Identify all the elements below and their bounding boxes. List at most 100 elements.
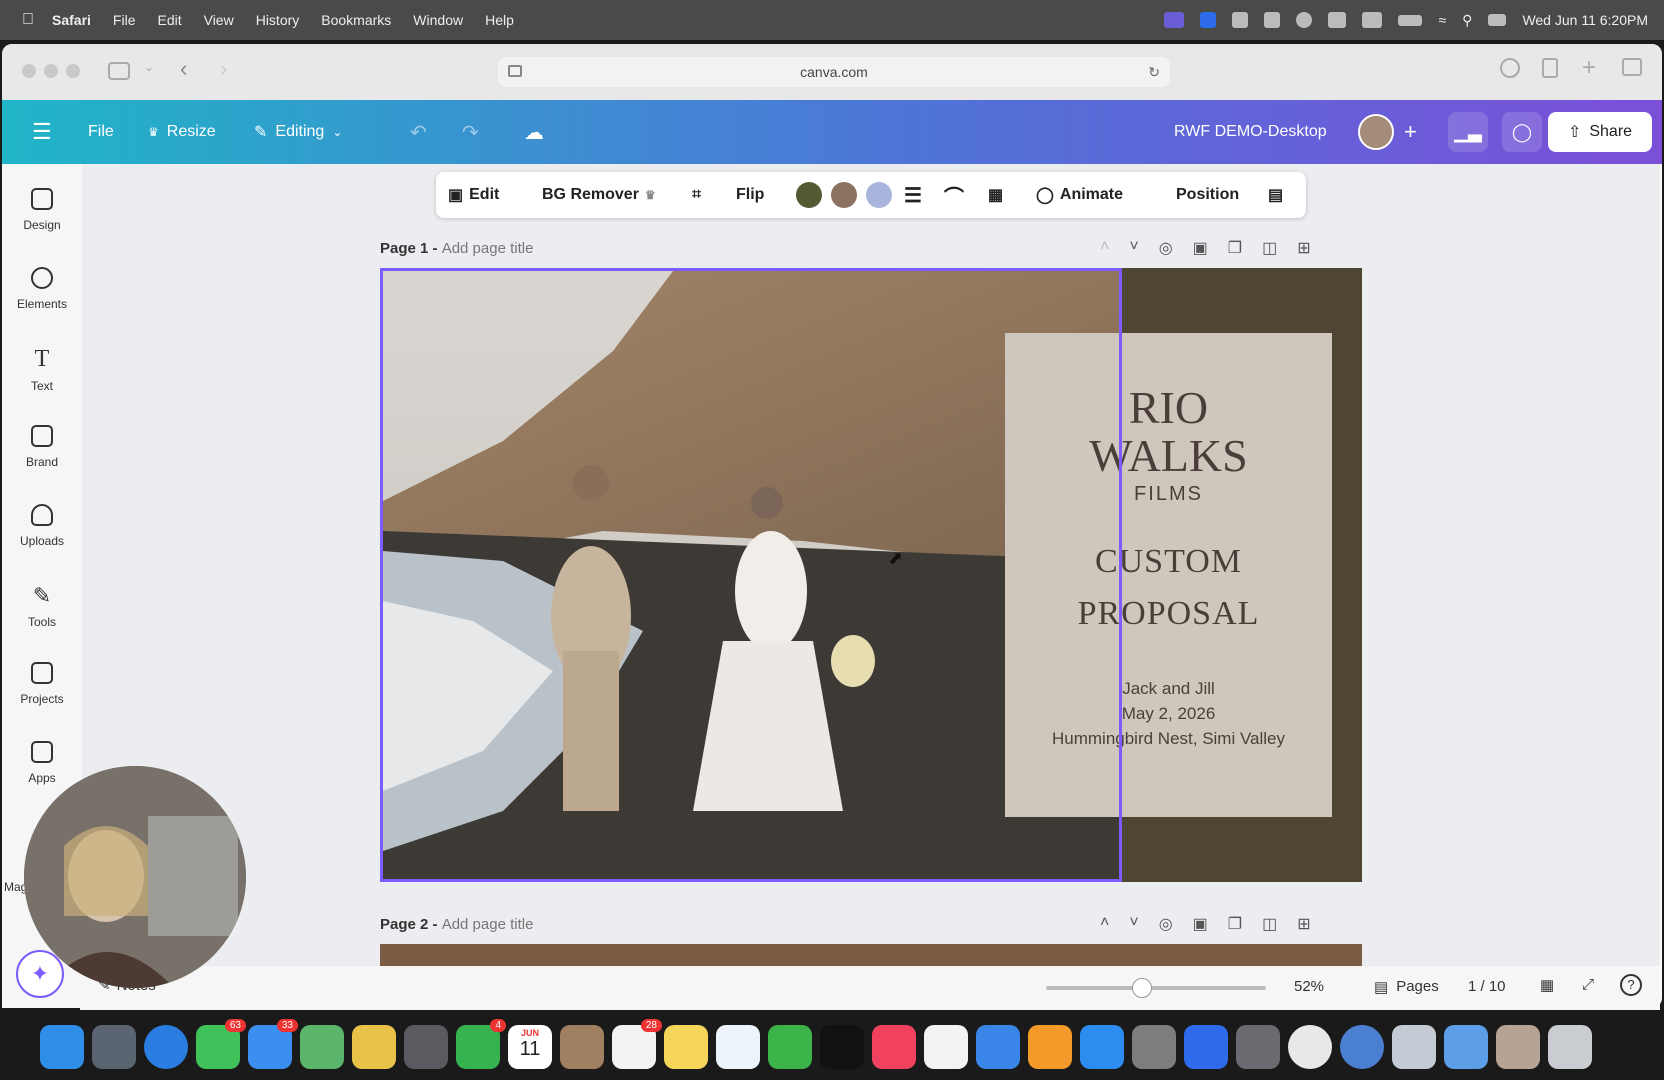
- share-button[interactable]: ⇧ Share: [1548, 112, 1652, 152]
- menu-help[interactable]: Help: [485, 12, 514, 28]
- dock-reminders[interactable]: 28: [612, 1019, 662, 1069]
- add-collaborator-icon[interactable]: +: [1404, 100, 1417, 164]
- page-menu-icon[interactable]: [508, 65, 522, 77]
- dock-mail[interactable]: 33: [248, 1019, 298, 1069]
- dock-imovie[interactable]: [404, 1025, 448, 1069]
- dock-photos[interactable]: [352, 1025, 396, 1069]
- color-swatch-lavender[interactable]: [866, 182, 892, 208]
- redo-icon[interactable]: ↷: [462, 100, 479, 164]
- dock-contacts[interactable]: [560, 1025, 604, 1069]
- dock-app-store[interactable]: [1080, 1025, 1124, 1069]
- sidebar-item-elements[interactable]: Elements: [2, 267, 82, 311]
- record-icon[interactable]: [1296, 12, 1313, 28]
- forward-icon[interactable]: ›: [220, 56, 227, 82]
- battery-icon[interactable]: [1398, 14, 1423, 26]
- document-title[interactable]: RWF DEMO-Desktop: [1174, 100, 1327, 164]
- page-2-title-input[interactable]: Add page title: [442, 916, 534, 933]
- minimize-window-button[interactable]: [44, 64, 58, 78]
- menubar-clock[interactable]: Wed Jun 11 6:20PM: [1522, 12, 1648, 28]
- wifi-icon[interactable]: ≈: [1438, 12, 1446, 28]
- crop-button[interactable]: ⌗: [692, 172, 701, 218]
- menu-bookmarks[interactable]: Bookmarks: [321, 12, 391, 28]
- flip-button[interactable]: Flip: [736, 172, 764, 218]
- transparency-button[interactable]: ▦: [988, 172, 1003, 218]
- delete-page-icon[interactable]: ◫: [1262, 914, 1277, 934]
- couple-names[interactable]: Jack and Jill: [1005, 679, 1332, 699]
- dock-music[interactable]: [872, 1025, 916, 1069]
- app-status-icon[interactable]: [1264, 12, 1281, 28]
- display-icon[interactable]: [1362, 12, 1383, 28]
- address-bar[interactable]: canva.com ↻: [498, 57, 1170, 87]
- downloads-icon[interactable]: [1500, 58, 1520, 78]
- new-tab-icon[interactable]: +: [1582, 54, 1596, 82]
- dock-safari[interactable]: [144, 1025, 188, 1069]
- dock-messages[interactable]: 63: [196, 1019, 246, 1069]
- event-date[interactable]: May 2, 2026: [1005, 704, 1332, 724]
- sidebar-item-projects[interactable]: Projects: [2, 662, 82, 706]
- menu-view[interactable]: View: [204, 12, 234, 28]
- zoom-icon[interactable]: [1200, 12, 1217, 28]
- grid-view-icon[interactable]: ▦: [1540, 976, 1554, 994]
- brand-name-line-1[interactable]: RIO: [1005, 385, 1332, 431]
- dropbox-icon[interactable]: [1328, 12, 1347, 28]
- tab-overview-icon[interactable]: [1622, 58, 1642, 76]
- chevron-up-icon[interactable]: ˄: [1100, 914, 1109, 934]
- sidebar-toggle-icon[interactable]: [108, 62, 130, 80]
- comments-icon[interactable]: ◯: [1502, 112, 1542, 152]
- brand-name-line-2[interactable]: WALKS: [1005, 433, 1332, 479]
- duplicate-page-icon[interactable]: ❐: [1228, 238, 1242, 258]
- zoom-level[interactable]: 52%: [1294, 978, 1324, 995]
- menu-edit[interactable]: Edit: [157, 12, 181, 28]
- headline-line-2[interactable]: PROPOSAL: [1005, 595, 1332, 633]
- hide-page-icon[interactable]: ◎: [1159, 238, 1173, 258]
- insights-icon[interactable]: ▁▃: [1448, 112, 1488, 152]
- dock-zoom[interactable]: [1184, 1025, 1228, 1069]
- lock-icon[interactable]: ▣: [1193, 914, 1208, 934]
- zoom-window-button[interactable]: [66, 64, 80, 78]
- cloud-saved-icon[interactable]: ☁: [524, 100, 544, 164]
- page-1-design[interactable]: RIO WALKS FILMS CUSTOM PROPOSAL Jack and…: [380, 268, 1362, 882]
- dock-launchpad[interactable]: [92, 1025, 136, 1069]
- chevron-down-icon[interactable]: ˅: [1129, 914, 1138, 934]
- dock-maps[interactable]: [300, 1025, 344, 1069]
- brand-name-line-3[interactable]: FILMS: [1005, 483, 1332, 506]
- dock-news[interactable]: [924, 1025, 968, 1069]
- edit-image-button[interactable]: ▣ Edit: [448, 172, 499, 218]
- delete-page-icon[interactable]: ◫: [1262, 238, 1277, 258]
- menu-history[interactable]: History: [256, 12, 300, 28]
- spotlight-search-icon[interactable]: ⚲: [1462, 12, 1472, 29]
- dock-system-settings[interactable]: [1132, 1025, 1176, 1069]
- menu-app-name[interactable]: Safari: [52, 12, 91, 28]
- dock-downloads-folder[interactable]: [1444, 1025, 1488, 1069]
- page-counter[interactable]: 1 / 10: [1468, 978, 1506, 995]
- undo-icon[interactable]: ↶: [410, 100, 427, 164]
- dock-notes[interactable]: [664, 1025, 708, 1069]
- editing-mode-button[interactable]: ✎ Editing ⌄: [254, 100, 342, 164]
- chevron-down-icon[interactable]: ⌄: [144, 60, 154, 74]
- chevron-down-icon[interactable]: ˅: [1129, 238, 1138, 258]
- pages-button[interactable]: ▤ Pages: [1374, 978, 1439, 996]
- color-swatch-olive[interactable]: [796, 182, 822, 208]
- zoom-slider-thumb[interactable]: [1132, 978, 1152, 998]
- dock-chrome[interactable]: [1288, 1025, 1332, 1069]
- copy-style-button[interactable]: ▤: [1268, 172, 1283, 218]
- corner-rounding-button[interactable]: ⌒: [944, 172, 964, 218]
- position-button[interactable]: Position: [1176, 172, 1239, 218]
- magic-assistant-button[interactable]: ✦: [16, 950, 64, 998]
- dock-keynote[interactable]: [976, 1025, 1020, 1069]
- sync-icon[interactable]: [1232, 12, 1249, 28]
- dock-pages[interactable]: [1028, 1025, 1072, 1069]
- hamburger-menu-icon[interactable]: ☰: [32, 100, 52, 164]
- share-page-icon[interactable]: [1542, 58, 1558, 78]
- menu-window[interactable]: Window: [413, 12, 463, 28]
- dock-apple-tv[interactable]: [820, 1025, 864, 1069]
- dock-freeform[interactable]: [716, 1025, 760, 1069]
- headline-line-1[interactable]: CUSTOM: [1005, 543, 1332, 581]
- dock-calendar[interactable]: JUN 11: [508, 1025, 552, 1069]
- hide-page-icon[interactable]: ◎: [1159, 914, 1173, 934]
- border-style-button[interactable]: ☰: [904, 172, 922, 218]
- page-1-title-input[interactable]: Add page title: [442, 240, 534, 257]
- dock-preview[interactable]: [1392, 1025, 1436, 1069]
- dock-facetime[interactable]: 4: [456, 1019, 506, 1069]
- help-icon[interactable]: ?: [1620, 974, 1642, 996]
